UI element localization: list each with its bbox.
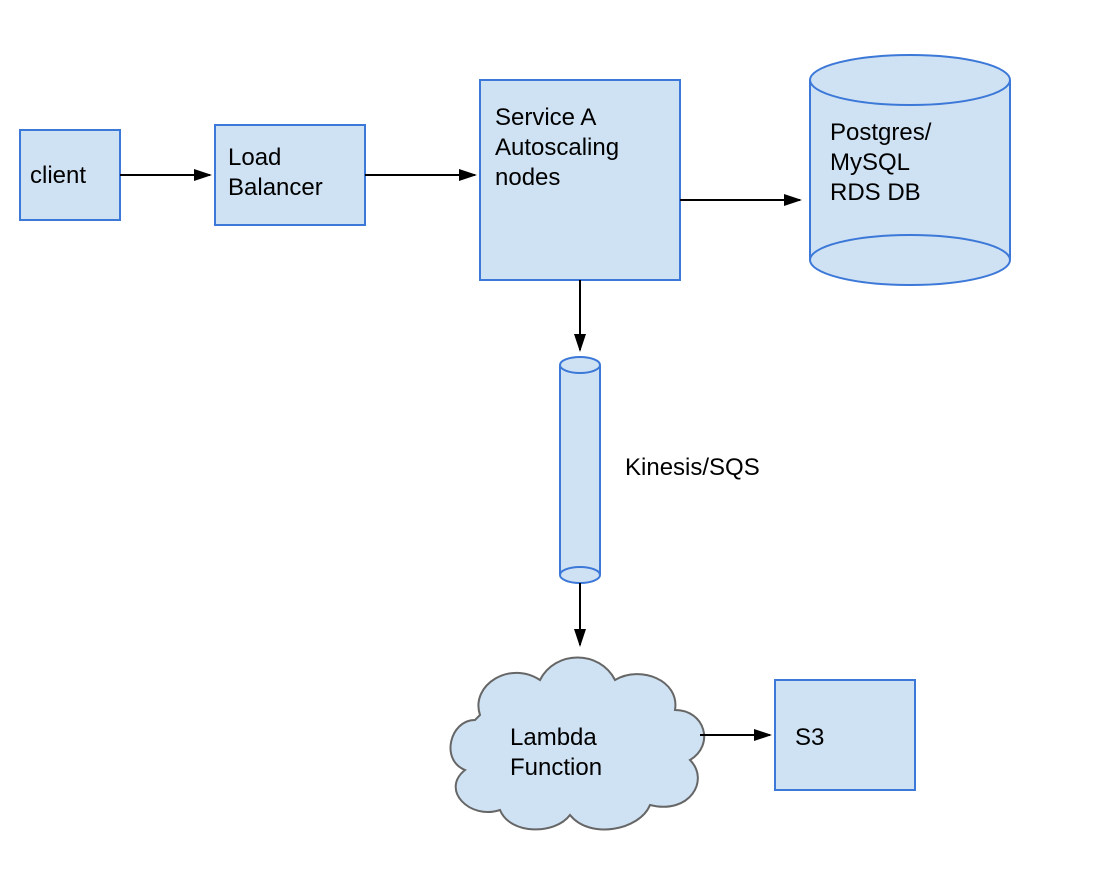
lambda-label-line2: Function	[510, 754, 602, 781]
db-label-line2: MySQL	[830, 149, 910, 176]
node-load-balancer: Load Balancer	[215, 125, 365, 225]
s3-label: S3	[795, 724, 824, 751]
service-label-line3: nodes	[495, 164, 560, 191]
node-db-cylinder: Postgres/ MySQL RDS DB	[810, 55, 1010, 285]
service-label-line1: Service A	[495, 104, 596, 131]
node-service-a: Service A Autoscaling nodes	[480, 80, 680, 280]
lb-label-line2: Balancer	[228, 174, 323, 201]
node-client: client	[20, 130, 120, 220]
db-label-line1: Postgres/	[830, 119, 932, 146]
lambda-label-line1: Lambda	[510, 724, 597, 751]
node-lambda-cloud: Lambda Function	[451, 658, 705, 830]
node-queue-cylinder	[560, 357, 600, 583]
node-s3: S3	[775, 680, 915, 790]
db-label-line3: RDS DB	[830, 179, 921, 206]
client-label: client	[30, 162, 86, 189]
lb-label-line1: Load	[228, 144, 281, 171]
service-label-line2: Autoscaling	[495, 134, 619, 161]
queue-side-label: Kinesis/SQS	[625, 454, 760, 481]
